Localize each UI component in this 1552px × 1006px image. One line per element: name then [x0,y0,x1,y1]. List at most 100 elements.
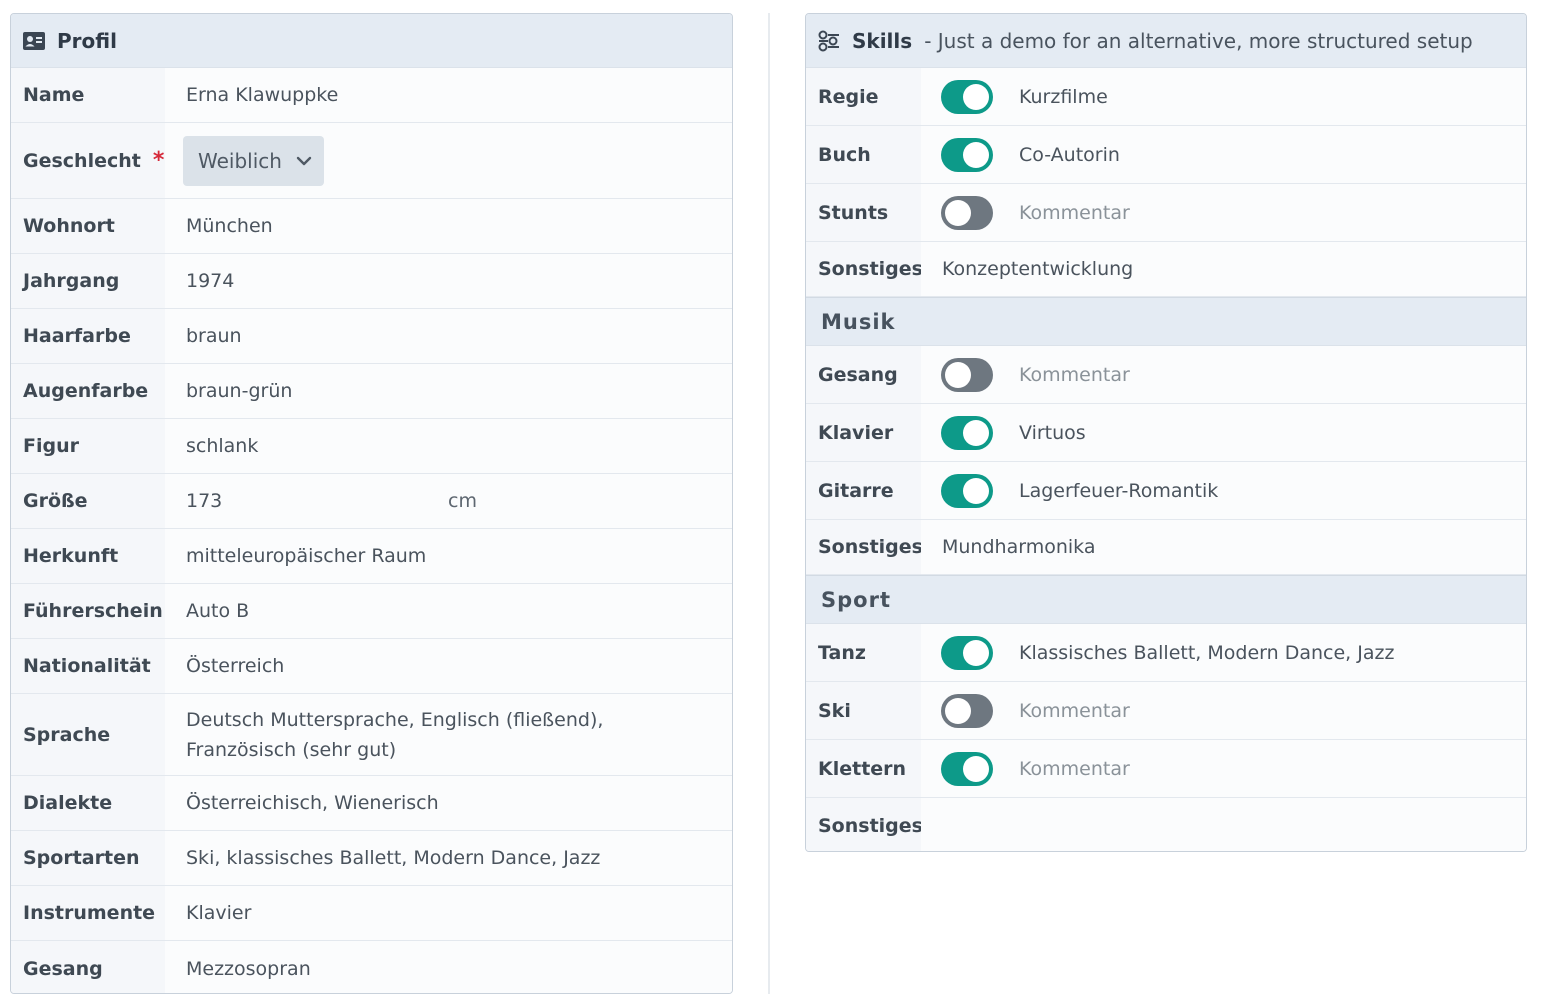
profil-row-sprache: Sprache Deutsch Muttersprache, Englisch … [11,694,732,776]
row-label: Tanz [806,624,921,681]
profil-row-instrumente: Instrumente Klavier [11,886,732,941]
gitarre-toggle[interactable] [941,473,993,508]
row-value: Klavier [165,886,732,940]
row-label: Wohnort [11,199,165,253]
row-label: Name [11,68,165,122]
skill-row-regie: Regie Kurzfilme [806,68,1526,126]
toggle-knob [963,141,989,168]
regie-comment[interactable]: Kurzfilme [1019,82,1108,112]
profil-row-herkunft: Herkunft mitteleuropäischer Raum [11,529,732,584]
row-value: 1974 [165,254,732,308]
skills-subtitle: - Just a demo for an alternative, more s… [924,28,1473,53]
row-label: Haarfarbe [11,309,165,363]
toggle-knob [945,361,971,388]
skill-row-klavier: Klavier Virtuos [806,404,1526,462]
skill-row-sonstiges-sport: Sonstiges [806,798,1526,851]
row-value: 173 cm [165,474,732,528]
profil-row-jahrgang: Jahrgang 1974 [11,254,732,309]
klavier-toggle[interactable] [941,415,993,450]
row-label: Sonstiges [806,242,923,296]
row-label: Instrumente [11,886,165,940]
row-value: Kommentar [921,682,1526,739]
profil-row-dialekte: Dialekte Österreichisch, Wienerisch [11,776,732,831]
row-value: München [165,199,732,253]
gesang-comment[interactable]: Kommentar [1019,360,1130,390]
sonstiges-sport-value[interactable] [921,798,1526,851]
tanz-comment[interactable]: Klassisches Ballett, Modern Dance, Jazz [1019,638,1394,668]
row-label: Gesang [806,346,921,403]
row-value: mitteleuropäischer Raum [165,529,732,583]
row-label: Ski [806,682,921,739]
klavier-comment[interactable]: Virtuos [1019,418,1086,448]
row-label: Führerschein [11,584,165,638]
skill-row-gesang: Gesang Kommentar [806,346,1526,404]
row-label: Gitarre [806,462,921,519]
row-value: braun [165,309,732,363]
row-label: Sprache [11,694,165,775]
row-label: Nationalität [11,639,165,693]
skill-row-tanz: Tanz Klassisches Ballett, Modern Dance, … [806,624,1526,682]
row-value: braun-grün [165,364,732,418]
stunts-toggle[interactable] [941,195,993,230]
ski-comment[interactable]: Kommentar [1019,696,1130,726]
profil-row-name: Name Erna Klawuppke [11,68,732,123]
klettern-toggle[interactable] [941,751,993,786]
profil-row-figur: Figur schlank [11,419,732,474]
profil-title: Profil [57,28,117,53]
profil-row-augenfarbe: Augenfarbe braun-grün [11,364,732,419]
geschlecht-select-value: Weiblich [198,148,282,173]
toggle-knob [963,477,989,504]
skills-title: Skills [852,28,913,53]
geschlecht-label: Geschlecht [23,149,141,172]
profil-row-groesse: Größe 173 cm [11,474,732,529]
row-label: Sonstiges [806,798,923,851]
row-value: schlank [165,419,732,473]
regie-toggle[interactable] [941,79,993,114]
row-value: Virtuos [921,404,1526,461]
row-label: Gesang [11,941,165,993]
row-value: Kurzfilme [921,68,1526,125]
groesse-unit: cm [448,490,477,512]
buch-toggle[interactable] [941,137,993,172]
toggle-knob [945,199,971,226]
skill-row-stunts: Stunts Kommentar [806,184,1526,242]
sonstiges-musik-value[interactable]: Mundharmonika [921,520,1526,574]
skill-row-sonstiges-musik: Sonstiges Mundharmonika [806,520,1526,575]
stunts-comment[interactable]: Kommentar [1019,198,1130,228]
row-label: Sonstiges [806,520,923,574]
sonstiges-film-value[interactable]: Konzeptentwicklung [921,242,1526,296]
row-value: Österreich [165,639,732,693]
row-value: Weiblich [165,123,732,198]
gitarre-comment[interactable]: Lagerfeuer-Romantik [1019,476,1218,506]
toggle-knob [963,639,989,666]
row-label: Augenfarbe [11,364,165,418]
row-value: Österreichisch, Wienerisch [165,776,732,830]
gesang-toggle[interactable] [941,357,993,392]
chevron-down-icon [296,156,312,166]
row-value: Co-Autorin [921,126,1526,183]
geschlecht-select[interactable]: Weiblich [183,135,324,186]
row-value: Auto B [165,584,732,638]
row-value: Klassisches Ballett, Modern Dance, Jazz [921,624,1526,681]
profil-row-wohnort: Wohnort München [11,199,732,254]
klettern-comment[interactable]: Kommentar [1019,754,1130,784]
profil-row-gesang: Gesang Mezzosopran [11,941,732,993]
row-label: Dialekte [11,776,165,830]
skill-row-sonstiges-film: Sonstiges Konzeptentwicklung [806,242,1526,297]
toggle-knob [945,697,971,724]
profil-header: Profil [11,14,732,68]
tanz-toggle[interactable] [941,635,993,670]
ski-toggle[interactable] [941,693,993,728]
toggle-knob [963,83,989,110]
groesse-value: 173 [186,490,223,512]
skill-row-buch: Buch Co-Autorin [806,126,1526,184]
row-label: Klettern [806,740,921,797]
row-label: Geschlecht * [11,123,165,198]
row-value: Erna Klawuppke [165,68,732,122]
profil-row-nationalitaet: Nationalität Österreich [11,639,732,694]
profil-row-geschlecht: Geschlecht * Weiblich [11,123,732,199]
skill-row-gitarre: Gitarre Lagerfeuer-Romantik [806,462,1526,520]
profil-row-haarfarbe: Haarfarbe braun [11,309,732,364]
row-value: Kommentar [921,184,1526,241]
buch-comment[interactable]: Co-Autorin [1019,140,1120,170]
